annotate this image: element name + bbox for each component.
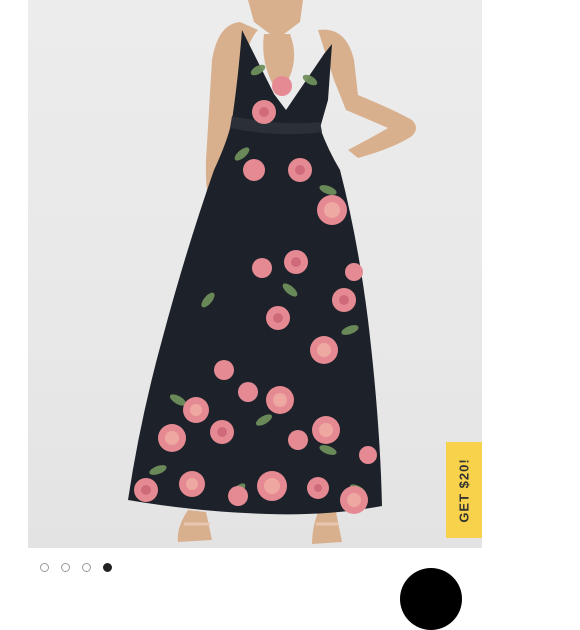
promo-badge-label: GET $20! [456, 457, 472, 523]
carousel-indicator [40, 561, 112, 573]
product-photo[interactable] [28, 0, 482, 548]
promo-badge[interactable]: GET $20! [446, 442, 482, 538]
carousel-dot-active[interactable] [103, 562, 112, 572]
carousel-dot[interactable] [40, 562, 49, 572]
carousel-dot[interactable] [82, 562, 91, 572]
floating-action-button[interactable] [400, 568, 462, 630]
carousel-dot[interactable] [61, 562, 70, 572]
dress-illustration [128, 0, 416, 544]
